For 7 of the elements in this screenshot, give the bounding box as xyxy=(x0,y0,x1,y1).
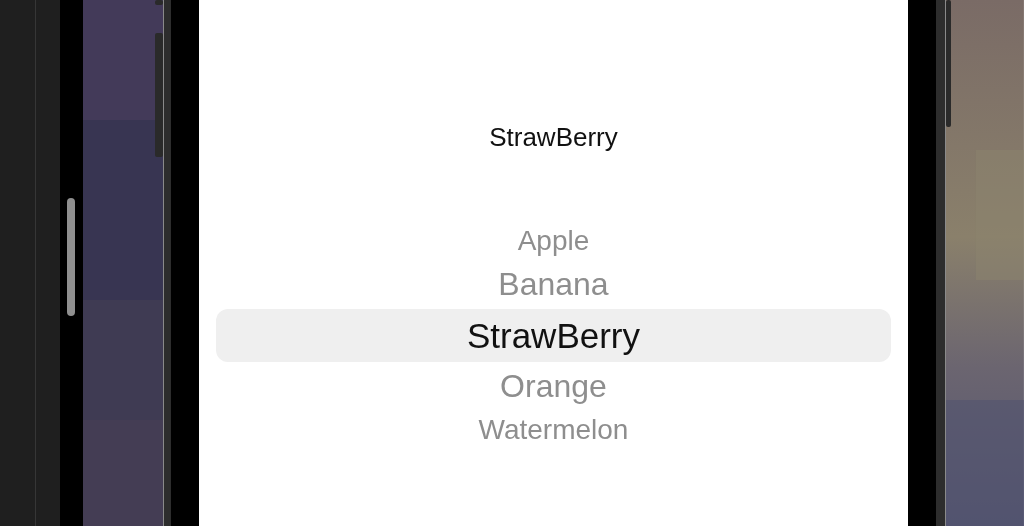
picker-option[interactable]: Banana xyxy=(215,262,892,307)
picker-option[interactable]: Orange xyxy=(215,364,892,409)
selected-value-label: StrawBerry xyxy=(489,121,618,154)
scroll-thumb[interactable] xyxy=(67,198,76,316)
picker-option[interactable]: Apple xyxy=(215,220,892,262)
picker-option[interactable]: Watermelon xyxy=(215,409,892,451)
picker-selected-row[interactable]: StrawBerry xyxy=(215,309,892,362)
